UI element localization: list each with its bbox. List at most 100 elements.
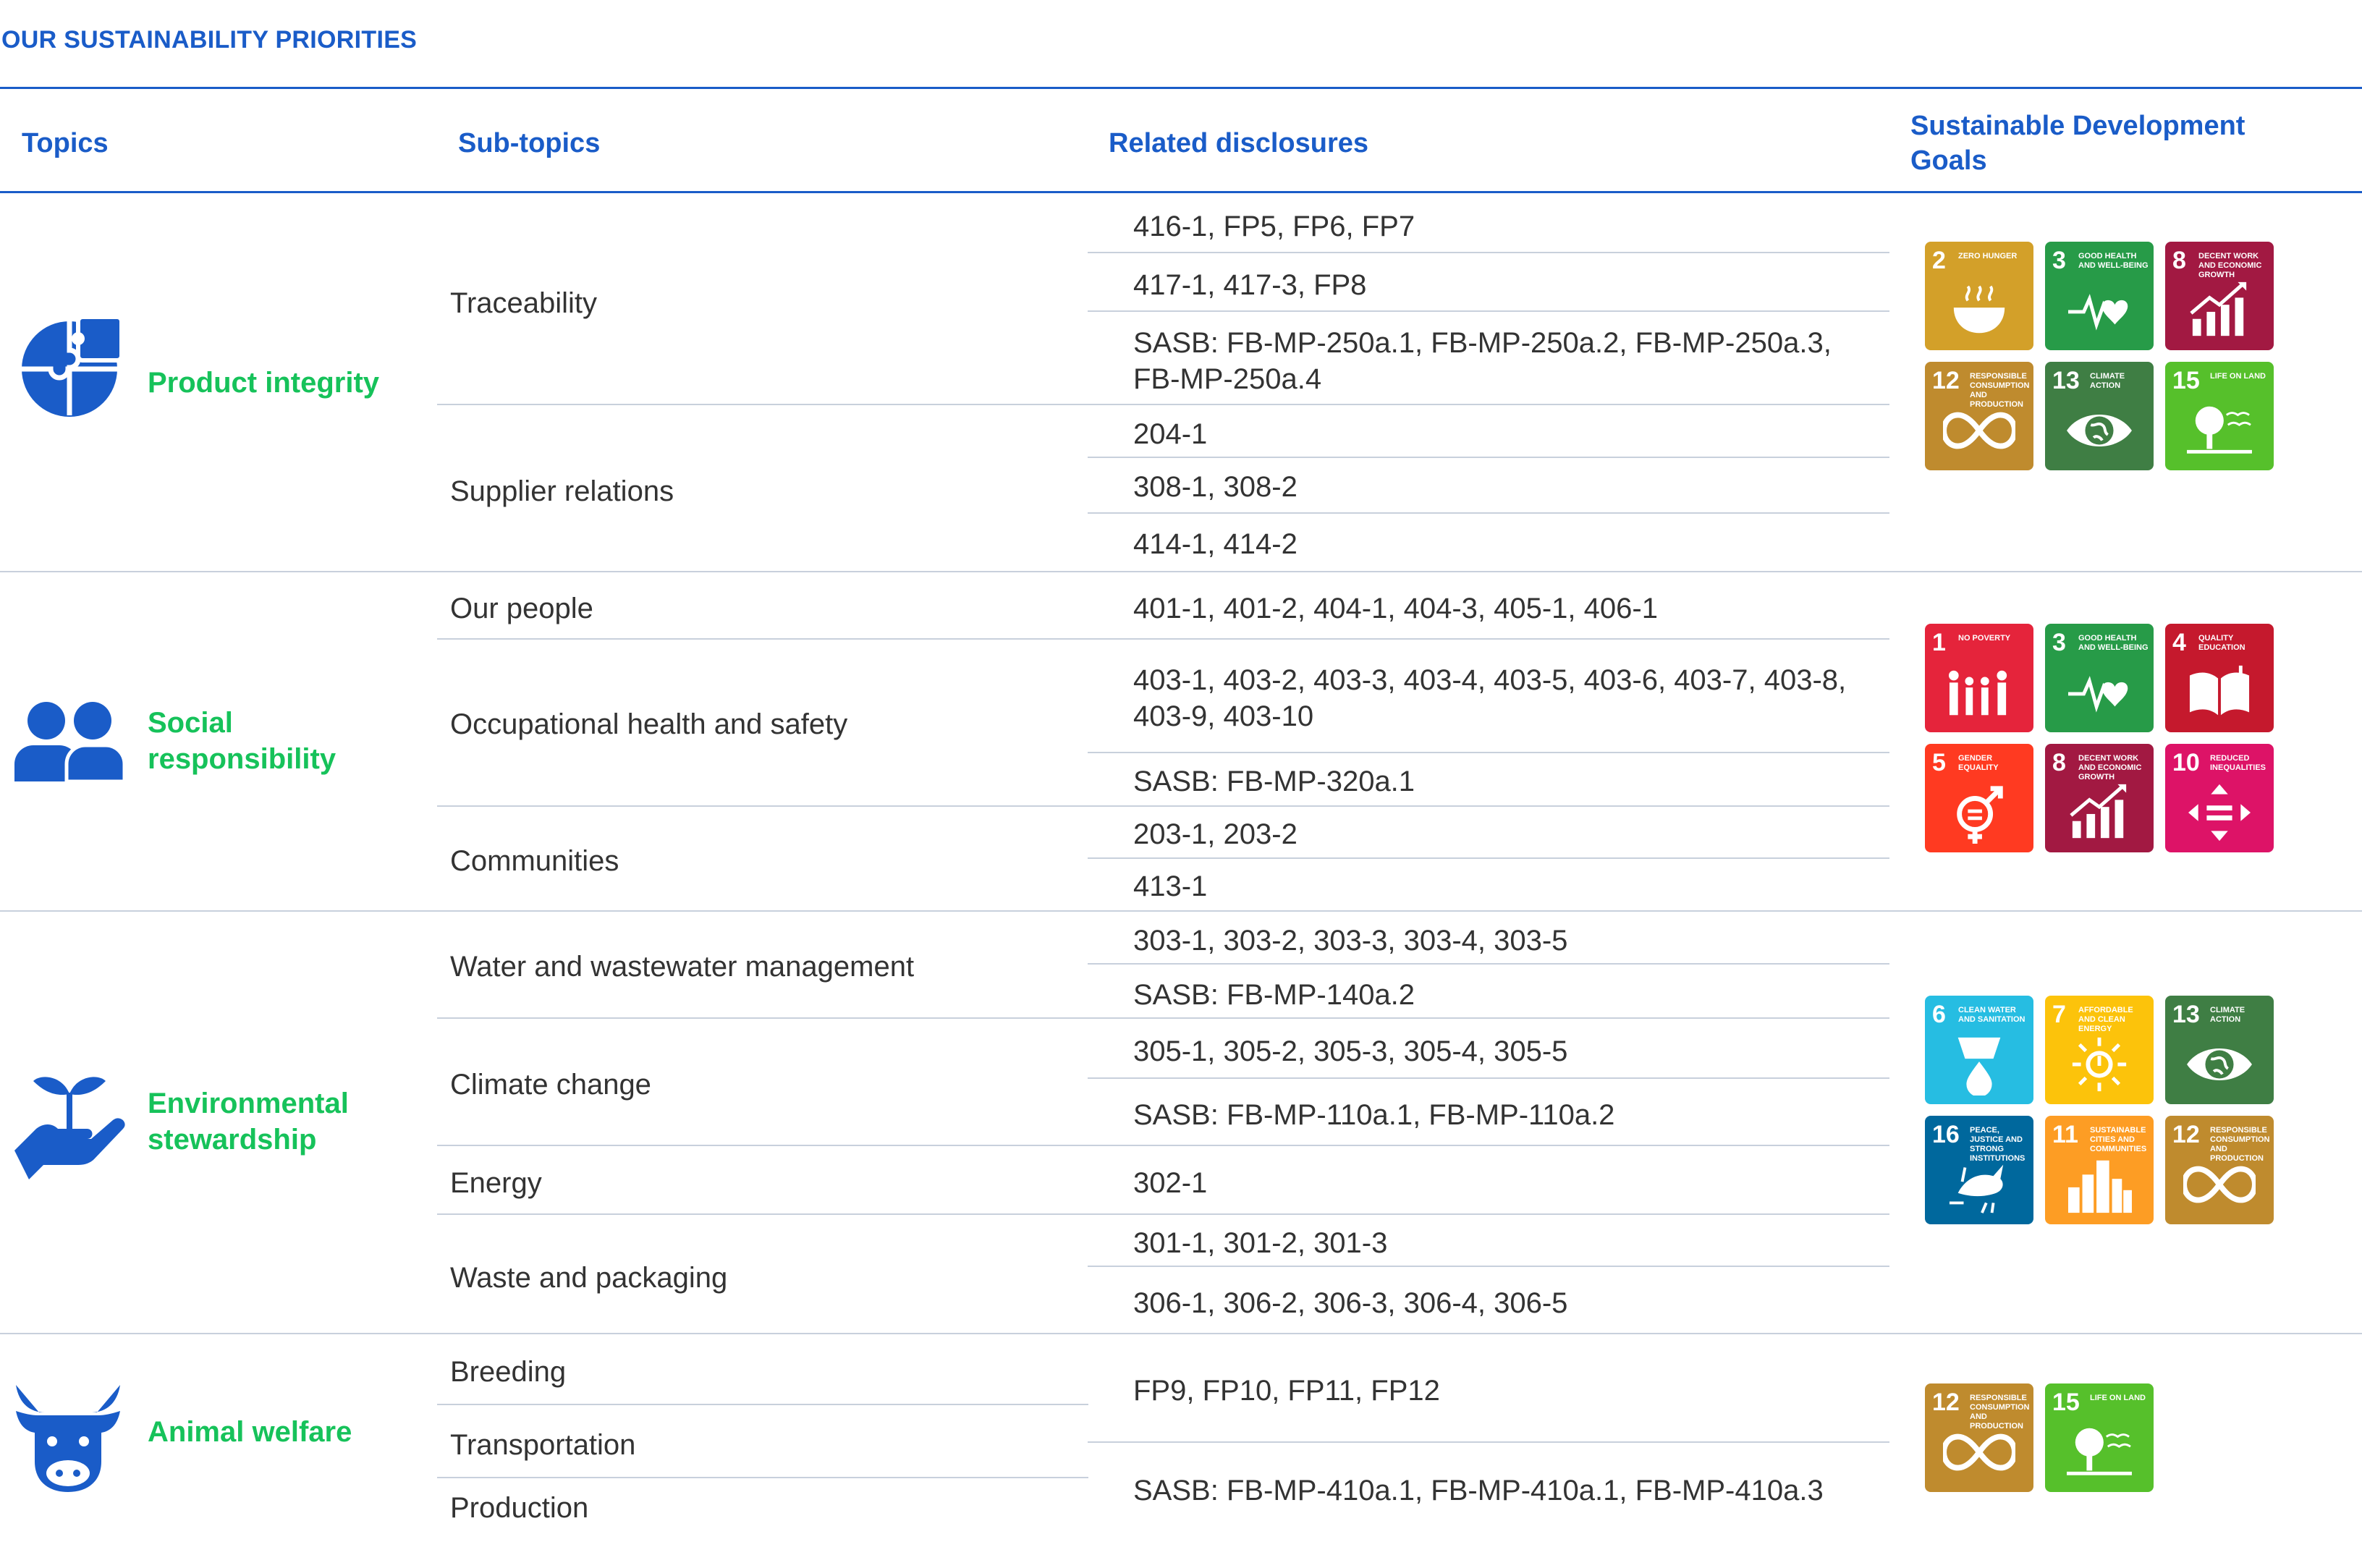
subtopic-production: Production: [450, 1492, 589, 1524]
sdg-tile: 1 No poverty: [1925, 624, 2033, 732]
disclosure-item: 203-1, 203-2: [1133, 818, 1298, 850]
disclosure-divider: [1088, 252, 1889, 253]
disclosure-item: 417-1, 417-3, FP8: [1133, 269, 1367, 301]
sdg-number: 11: [2052, 1121, 2078, 1148]
sdg-tile: 4 Quality education: [2165, 624, 2274, 732]
disclosure-item: 403-1, 403-2, 403-3, 403-4, 403-5, 403-6…: [1133, 664, 1847, 732]
puzzle-globe-icon: [22, 315, 124, 417]
cow-icon: [16, 1385, 120, 1492]
disclosure-divider: [1088, 1145, 1889, 1146]
disclosure-divider: [1088, 310, 1889, 312]
family-icon: [1948, 670, 2007, 716]
sdg-tile: 12 Responsible consumption and production: [2165, 1116, 2274, 1224]
subtopic-waste-packaging: Waste and packaging: [450, 1262, 728, 1294]
disclosure-divider: [1088, 857, 1889, 859]
sdg-number: 15: [2172, 367, 2200, 394]
disclosure-item: SASB: FB-MP-140a.2: [1133, 979, 1415, 1011]
subtopic-divider: [437, 638, 1088, 640]
sdg-number: 12: [1932, 1389, 1960, 1416]
sdg-label: Life on land: [2090, 1394, 2146, 1402]
disclosure-item: 303-1, 303-2, 303-3, 303-4, 303-5: [1133, 925, 1568, 957]
infinity-icon: [1943, 412, 2015, 449]
sdg-number: 5: [1932, 749, 1946, 776]
sdg-label: Good health and well-being: [2078, 634, 2149, 652]
sdg-tile: 8 Decent work and economic growth: [2045, 744, 2154, 852]
disclosure-item: SASB: FB-MP-250a.1, FB-MP-250a.2, FB-MP-…: [1133, 327, 1832, 395]
section-divider: [0, 1333, 2362, 1334]
disclosure-divider: [1088, 752, 1889, 753]
subtopic-divider: [437, 1213, 1088, 1215]
sdg-number: 13: [2172, 1001, 2200, 1028]
sdg-number: 12: [2172, 1121, 2200, 1148]
hand-plant-icon: [14, 1077, 125, 1179]
sdg-tile: 12 Responsible consumption and production: [1925, 1383, 2033, 1492]
disclosure-divider: [1088, 1266, 1889, 1267]
sdg-label: Climate action: [2090, 372, 2125, 390]
disclosure-item: FP9, FP10, FP11, FP12: [1133, 1375, 1440, 1407]
sdg-tile: 16 Peace, justice and strong institutions: [1925, 1116, 2033, 1224]
subtopic-divider: [437, 1017, 1088, 1019]
book-icon: [2189, 665, 2250, 716]
subtopic-energy: Energy: [450, 1167, 542, 1199]
page-title: OUR SUSTAINABILITY PRIORITIES: [1, 26, 418, 54]
sdg-number: 4: [2172, 629, 2186, 656]
sdg-number: 8: [2172, 247, 2186, 274]
eye-globe-icon: [2187, 1048, 2252, 1080]
sdg-tile: 3 Good health and well-being: [2045, 624, 2154, 732]
header-divider: [0, 191, 2362, 193]
disclosure-divider: [1088, 1441, 1889, 1443]
sdg-number: 12: [1932, 367, 1960, 394]
topic-social-responsibility: Social responsibility: [148, 707, 336, 775]
city-icon: [2068, 1160, 2132, 1213]
subtopic-communities: Communities: [450, 845, 619, 877]
sdg-tile: 2 Zero hunger: [1925, 242, 2033, 350]
sdg-label: Sustainable cities and communities: [2090, 1126, 2147, 1153]
header-disclosures: Related disclosures: [1109, 128, 1369, 158]
sdg-tile: 6 Clean water and sanitation: [1925, 996, 2033, 1104]
subtopic-transportation: Transportation: [450, 1429, 636, 1461]
growth-chart-icon: [2190, 281, 2247, 336]
section-divider: [0, 910, 2362, 912]
disclosure-divider: [1088, 638, 1889, 640]
subtopic-climate-change: Climate change: [450, 1069, 651, 1101]
header-subtopics: Sub-topics: [458, 128, 601, 158]
header-sdg: Sustainable Development Goals: [1910, 111, 2245, 176]
subtopic-supplier-relations: Supplier relations: [450, 475, 674, 507]
sdg-tile: 15 Life on land: [2165, 362, 2274, 470]
subtopic-divider: [437, 805, 1088, 807]
heartbeat-icon: [2068, 676, 2128, 713]
disclosure-item: 414-1, 414-2: [1133, 528, 1298, 560]
disclosure-item: SASB: FB-MP-110a.1, FB-MP-110a.2: [1133, 1099, 1615, 1131]
sdg-number: 1: [1932, 629, 1946, 656]
sdg-number: 15: [2052, 1389, 2080, 1416]
sdg-number: 2: [1932, 247, 1946, 274]
title-divider: [0, 87, 2362, 89]
subtopic-divider: [437, 1477, 1088, 1478]
growth-chart-icon: [2070, 784, 2127, 839]
sdg-tile: 3 Good health and well-being: [2045, 242, 2154, 350]
sdg-label: Life on land: [2210, 372, 2266, 381]
sdg-label: Gender equality: [1958, 754, 1999, 772]
sdg-tile: 5 Gender equality: [1925, 744, 2033, 852]
sdg-label: Reduced inequalities: [2210, 754, 2266, 772]
disclosure-item: SASB: FB-MP-410a.1, FB-MP-410a.1, FB-MP-…: [1133, 1475, 1824, 1506]
section-divider: [0, 571, 2362, 572]
subtopic-water-wastewater: Water and wastewater management: [450, 951, 915, 983]
sdg-tile: 8 Decent work and economic growth: [2165, 242, 2274, 350]
subtopic-traceability: Traceability: [450, 287, 598, 319]
gender-icon: [1957, 786, 2003, 844]
people-icon: [14, 702, 127, 784]
disclosure-divider: [1088, 963, 1889, 965]
dove-icon: [1949, 1164, 2004, 1213]
disclosure-item: 416-1, FP5, FP6, FP7: [1133, 211, 1415, 242]
sdg-label: Climate action: [2210, 1006, 2245, 1024]
sdg-tile: 11 Sustainable cities and communities: [2045, 1116, 2154, 1224]
header-topics: Topics: [22, 128, 109, 158]
sdg-number: 3: [2052, 629, 2066, 656]
sdg-tile: 15 Life on land: [2045, 1383, 2154, 1492]
water-drop-icon: [1957, 1037, 2001, 1096]
subtopic-our-people: Our people: [450, 593, 593, 624]
sdg-tile: 10 Reduced inequalities: [2165, 744, 2274, 852]
disclosure-divider: [1088, 404, 1889, 405]
disclosure-divider: [1088, 1213, 1889, 1215]
